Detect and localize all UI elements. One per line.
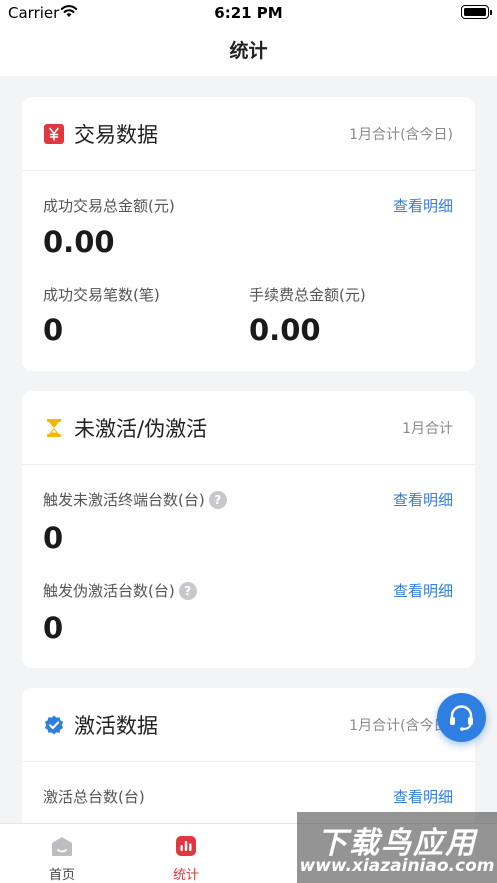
activation-detail-link[interactable]: 查看明细 <box>393 786 453 807</box>
activation-total-label: 激活总台数(台) <box>43 788 145 806</box>
trade-data-card: 交易数据 1月合计(含今日) 成功交易总金额(元) 查看明细 0.00 成功交易… <box>22 97 475 371</box>
fake-activation-value: 0 <box>43 611 64 645</box>
trade-card-header: 交易数据 1月合计(含今日) <box>22 97 475 171</box>
fake-activation-label-text: 触发伪激活台数(台) <box>43 582 175 600</box>
trade-count-label: 成功交易笔数(笔) <box>43 286 160 304</box>
inactive-terminals-label: 触发未激活终端台数(台)? <box>43 489 227 510</box>
watermark: 下载鸟应用 www.xiazainiao.com <box>297 812 497 883</box>
watermark-url-text: www.xiazainiao.com <box>299 856 495 876</box>
trade-fee-value: 0.00 <box>249 313 321 347</box>
activation-card-header: 激活数据 1月合计(含今日) <box>22 688 475 762</box>
nav-bar: 统计 <box>0 26 497 76</box>
stats-icon <box>176 836 196 856</box>
inactive-card-period: 1月合计 <box>402 421 453 437</box>
trade-card-title: 交易数据 <box>74 123 158 147</box>
fake-detail-link[interactable]: 查看明细 <box>393 580 453 601</box>
trade-card-period: 1月合计(含今日) <box>349 127 453 143</box>
activation-card-title: 激活数据 <box>74 714 158 738</box>
trade-detail-link[interactable]: 查看明细 <box>393 195 453 216</box>
trade-fee-label: 手续费总金额(元) <box>249 286 366 304</box>
customer-service-button[interactable] <box>437 693 486 742</box>
inactive-terminals-value: 0 <box>43 521 64 555</box>
hourglass-icon <box>47 419 61 437</box>
home-icon <box>52 837 72 856</box>
tab-stats-label: 统计 <box>172 868 199 883</box>
inactive-detail-link[interactable]: 查看明细 <box>393 489 453 510</box>
trade-count-value: 0 <box>43 313 64 347</box>
verified-badge-icon <box>44 715 64 735</box>
status-bar: Carrier 6:21 PM <box>0 0 497 26</box>
tab-home[interactable]: 首页 <box>0 824 124 883</box>
page-title: 统计 <box>229 40 268 62</box>
inactive-card-header: 未激活/伪激活 1月合计 <box>22 391 475 465</box>
fake-activation-label: 触发伪激活台数(台)? <box>43 580 197 601</box>
headset-icon <box>450 705 473 731</box>
help-icon[interactable]: ? <box>208 491 227 509</box>
help-icon[interactable]: ? <box>178 582 197 600</box>
inactive-card: 未激活/伪激活 1月合计 触发未激活终端台数(台)? 查看明细 0 触发伪激活台… <box>22 391 475 668</box>
tab-stats[interactable]: 统计 <box>124 824 248 883</box>
status-time: 6:21 PM <box>214 4 283 22</box>
inactive-card-title: 未激活/伪激活 <box>74 417 208 441</box>
tab-home-label: 首页 <box>48 868 75 883</box>
battery-icon <box>461 5 492 19</box>
trade-total-amount-value: 0.00 <box>43 225 115 259</box>
inactive-terminals-label-text: 触发未激活终端台数(台) <box>43 491 205 509</box>
yuan-icon <box>44 124 64 144</box>
trade-total-amount-label: 成功交易总金额(元) <box>43 197 175 215</box>
